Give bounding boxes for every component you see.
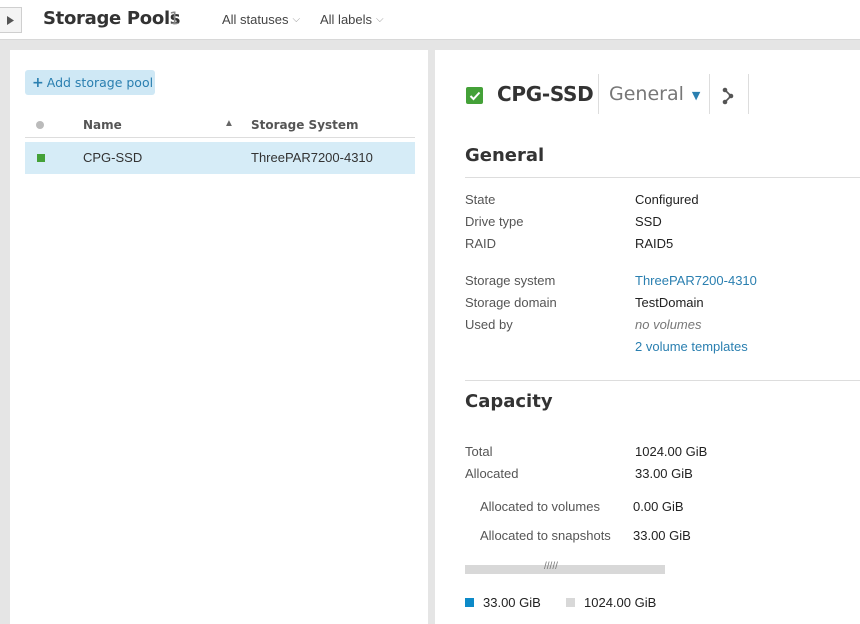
- legend-allocated-label: 33.00 GiB: [483, 595, 541, 610]
- column-header-storage-system[interactable]: Storage System: [251, 118, 359, 132]
- allocated-capacity-value: 33.00 GiB: [635, 466, 693, 481]
- menu-toggle-button[interactable]: [0, 7, 22, 33]
- capacity-section-title: Capacity: [465, 391, 553, 412]
- capacity-bar: /////: [465, 561, 665, 574]
- map-view-icon[interactable]: [721, 87, 735, 105]
- status-filter[interactable]: All statuses ⌵: [222, 12, 300, 27]
- row-storage-system: ThreePAR7200-4310: [251, 150, 373, 165]
- used-by-volumes-value: no volumes: [635, 317, 702, 332]
- field-label: State: [465, 192, 496, 207]
- field-label: Storage domain: [465, 295, 557, 310]
- field-label: Allocated to volumes: [480, 499, 600, 514]
- view-selector-label: General: [609, 83, 684, 105]
- status-filter-label: All statuses: [222, 12, 289, 27]
- field-label: Used by: [465, 317, 513, 332]
- add-storage-pool-button[interactable]: + Add storage pool: [25, 70, 155, 95]
- drive-type-value: SSD: [635, 214, 662, 229]
- chevron-down-icon: ▼: [691, 88, 701, 102]
- label-filter-label: All labels: [320, 12, 373, 27]
- detail-title: CPG-SSD: [497, 82, 594, 106]
- total-capacity-value: 1024.00 GiB: [635, 444, 708, 459]
- chevron-down-icon: ⌵: [292, 14, 301, 25]
- list-header: Name ▲ Storage System: [25, 114, 415, 138]
- status-column-icon: [36, 121, 44, 129]
- storage-system-link[interactable]: ThreePAR7200-4310: [635, 273, 757, 288]
- label-filter[interactable]: All labels ⌵: [320, 12, 384, 27]
- legend-swatch-allocated: [465, 598, 474, 607]
- item-count: 1: [169, 9, 180, 29]
- legend-total-label: 1024.00 GiB: [584, 595, 657, 610]
- legend-allocated: 33.00 GiB: [465, 595, 541, 610]
- volume-templates-link[interactable]: 2 volume templates: [635, 339, 748, 354]
- field-label: Allocated to snapshots: [480, 528, 611, 543]
- status-ok-icon: [37, 154, 45, 162]
- status-ok-check-icon: [466, 87, 483, 104]
- field-label: RAID: [465, 236, 497, 251]
- allocated-snapshots-value: 33.00 GiB: [633, 528, 691, 543]
- general-section-title: General: [465, 145, 545, 166]
- view-selector[interactable]: General ▼: [609, 83, 700, 105]
- column-header-name[interactable]: Name: [83, 118, 122, 132]
- master-list-panel: + Add storage pool Name ▲ Storage System…: [10, 50, 428, 624]
- state-value: Configured: [635, 192, 699, 207]
- table-row[interactable]: CPG-SSD ThreePAR7200-4310: [25, 142, 415, 174]
- field-label: Allocated: [465, 466, 519, 481]
- allocated-volumes-value: 0.00 GiB: [633, 499, 684, 514]
- row-name: CPG-SSD: [83, 150, 143, 165]
- divider: [748, 74, 749, 114]
- capacity-bar-break-marks: /////: [544, 561, 558, 572]
- field-label: Total: [465, 444, 493, 459]
- top-bar: Storage Pools 1 All statuses ⌵ All label…: [0, 0, 860, 40]
- field-label: Storage system: [465, 273, 556, 288]
- page-title: Storage Pools: [43, 8, 181, 29]
- raid-value: RAID5: [635, 236, 674, 251]
- play-arrow-icon: [7, 15, 14, 25]
- divider: [709, 74, 710, 114]
- legend-swatch-total: [566, 598, 575, 607]
- legend-total: 1024.00 GiB: [566, 595, 656, 610]
- field-label: Drive type: [465, 214, 524, 229]
- storage-domain-value: TestDomain: [635, 295, 704, 310]
- divider: [598, 74, 599, 114]
- add-storage-pool-label: Add storage pool: [46, 75, 154, 90]
- section-divider: [465, 380, 860, 381]
- sort-ascending-icon[interactable]: ▲: [224, 118, 234, 129]
- chevron-down-icon: ⌵: [376, 14, 384, 25]
- details-panel: CPG-SSD General ▼ General State Configur…: [435, 50, 860, 624]
- section-divider: [465, 177, 860, 178]
- plus-icon: +: [32, 74, 44, 91]
